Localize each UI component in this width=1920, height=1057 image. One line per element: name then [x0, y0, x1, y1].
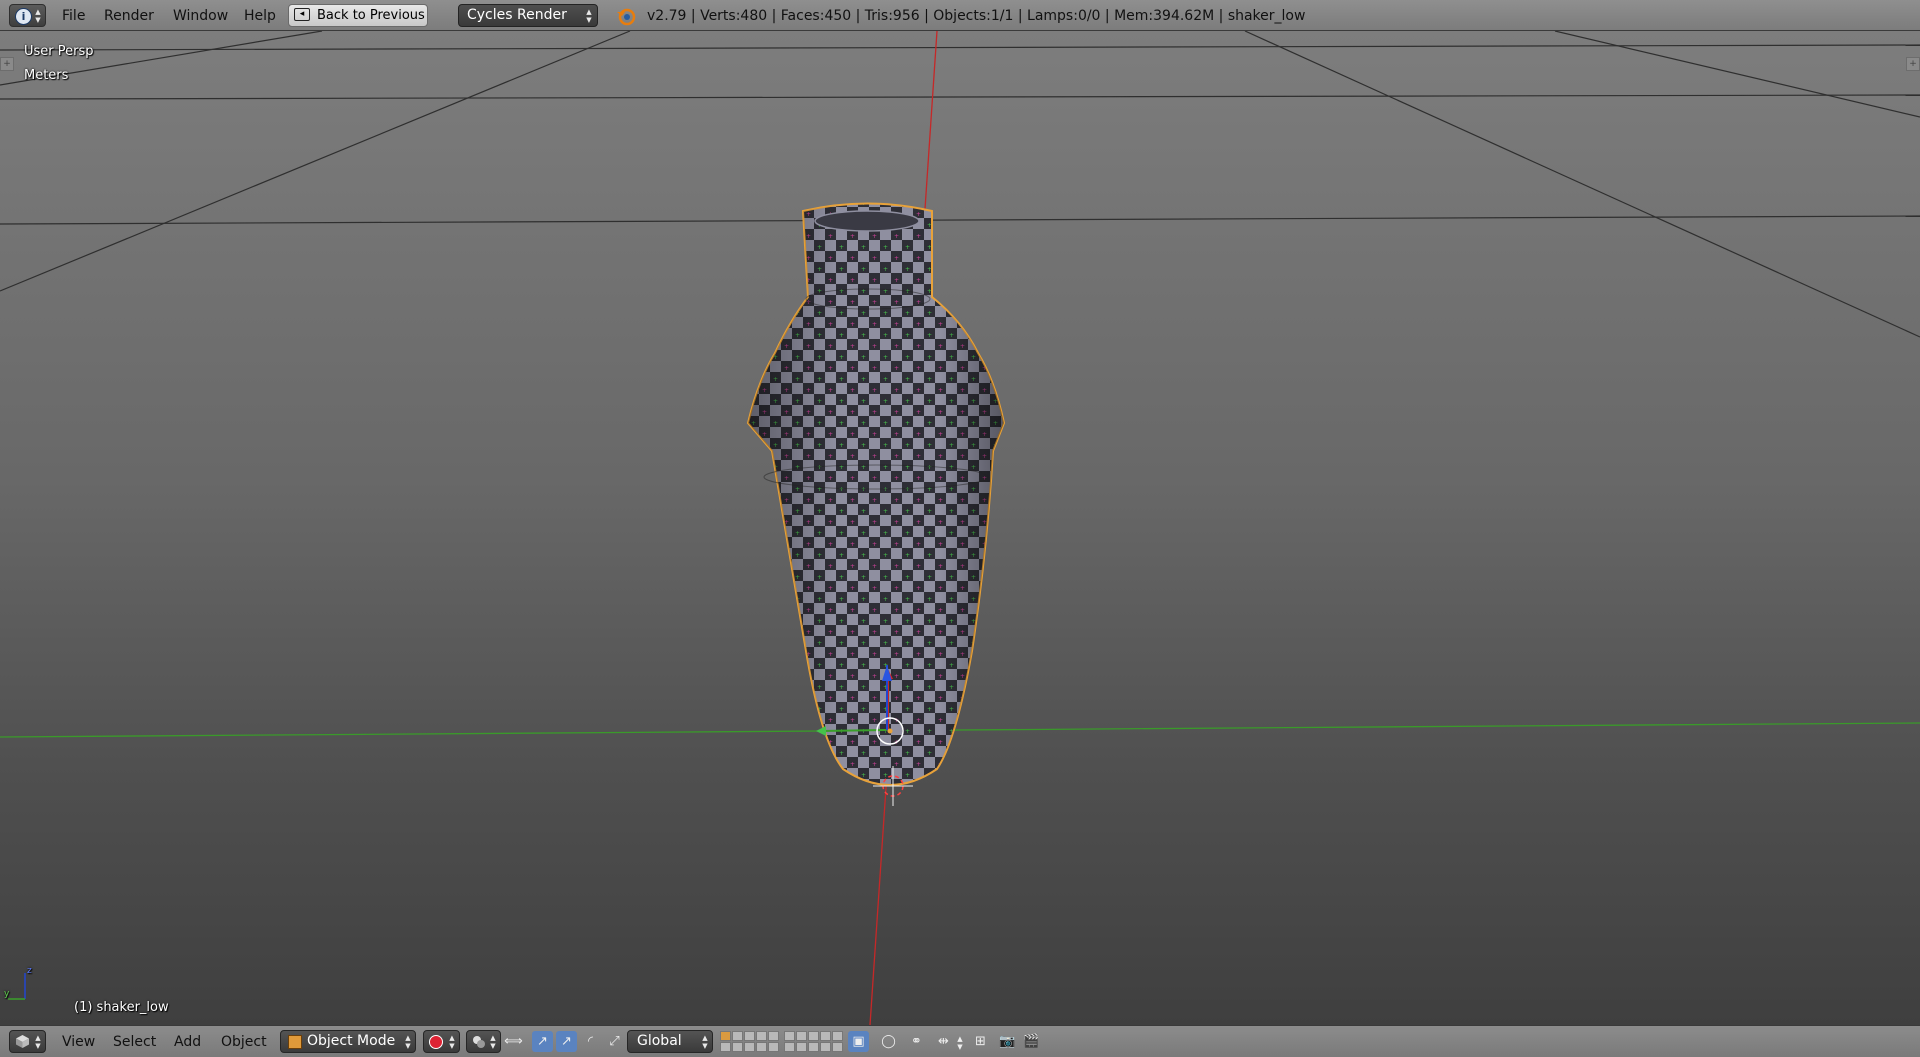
updown-arrows-icon: ▲ ▼: [35, 1034, 41, 1050]
render-engine-label: Cycles Render: [467, 7, 567, 23]
menu-select[interactable]: Select: [113, 1031, 156, 1053]
tool-shelf-toggle[interactable]: +: [0, 57, 14, 71]
interaction-mode-dropdown[interactable]: Object Mode ▲ ▼: [280, 1030, 416, 1053]
info-icon: i: [15, 8, 32, 25]
editor-type-button[interactable]: i ▲ ▼: [9, 4, 46, 27]
menu-view[interactable]: View: [62, 1031, 95, 1053]
3d-view-header: ▲ ▼ View Select Add Object Object Mode ▲ ▼…: [0, 1025, 1920, 1057]
dropdown-arrows-icon: ▲ ▼: [405, 1034, 411, 1050]
dropdown-arrows-icon: ▲ ▼: [702, 1034, 708, 1050]
scale-tool-icon[interactable]: ⤢: [604, 1031, 625, 1052]
snap-toggle-icon[interactable]: ⚭: [906, 1031, 927, 1052]
grid-lines: [0, 31, 1920, 338]
y-axis-line: [0, 722, 1920, 738]
pivot-icon: [473, 1036, 485, 1048]
dropdown-arrows-icon: ▲ ▼: [586, 8, 592, 24]
menu-file[interactable]: File: [60, 5, 87, 27]
rotate-tool-icon[interactable]: ◜: [580, 1031, 601, 1052]
axis-y-label: y: [4, 989, 10, 999]
view-editor-type-button[interactable]: ▲ ▼: [9, 1030, 46, 1053]
translate-manipulator-icon[interactable]: ↗: [532, 1031, 553, 1052]
info-header: i ▲ ▼ File Render Window Help ◂ Back to P…: [0, 0, 1920, 31]
active-object-label: (1) shaker_low: [74, 1000, 169, 1015]
menu-add[interactable]: Add: [174, 1031, 201, 1053]
blender-logo-icon: [617, 8, 636, 26]
scene-canvas[interactable]: + +: [0, 31, 1920, 1025]
scene-stats: v2.79 | Verts:480 | Faces:450 | Tris:956…: [647, 8, 1306, 24]
viewport-shading-dropdown[interactable]: ▲ ▼: [423, 1030, 460, 1053]
back-to-previous-label: Back to Previous: [317, 8, 425, 23]
move-tool-icon[interactable]: ↗: [556, 1031, 577, 1052]
proportional-edit-icon[interactable]: ◯: [878, 1031, 899, 1052]
updown-arrows-icon: ▲ ▼: [35, 8, 41, 24]
axis-widget: [8, 973, 26, 1000]
view-name-label: User Persp: [24, 44, 94, 59]
transform-orientation-dropdown[interactable]: Global ▲ ▼: [627, 1030, 713, 1053]
snap-element-arrows-icon: ▲ ▼: [957, 1035, 963, 1051]
3d-viewport[interactable]: + +: [0, 31, 1920, 1025]
shading-sphere-icon: [429, 1035, 443, 1049]
units-label: Meters: [24, 68, 69, 83]
dropdown-arrows-icon: ▲ ▼: [490, 1034, 496, 1050]
menu-help[interactable]: Help: [242, 5, 278, 27]
object-mode-icon: [288, 1035, 302, 1049]
layer-grid-2[interactable]: [784, 1031, 843, 1053]
render-animation-icon[interactable]: 🎬: [1021, 1031, 1042, 1052]
shaker-top-opening: [814, 210, 920, 232]
properties-panel-toggle[interactable]: +: [1906, 57, 1920, 71]
snap-target-icon[interactable]: ⊞: [970, 1031, 991, 1052]
menu-render[interactable]: Render: [102, 5, 156, 27]
lock-camera-icon[interactable]: ▣: [848, 1031, 869, 1052]
back-to-previous-button[interactable]: ◂ Back to Previous: [288, 4, 428, 27]
pivot-point-dropdown[interactable]: ▲ ▼: [466, 1030, 501, 1053]
transform-orientation-label: Global: [637, 1033, 682, 1049]
layer-grid-1[interactable]: [720, 1031, 779, 1053]
back-arrow-icon: ◂: [294, 8, 310, 21]
render-engine-dropdown[interactable]: Cycles Render ▲ ▼: [458, 4, 598, 27]
menu-object[interactable]: Object: [221, 1031, 267, 1053]
cube-icon: [16, 1035, 29, 1048]
dropdown-arrows-icon: ▲ ▼: [449, 1034, 455, 1050]
menu-window[interactable]: Window: [171, 5, 230, 27]
manipulator-toggle-icon[interactable]: ⟺: [503, 1031, 524, 1052]
axis-z-label: z: [27, 966, 32, 976]
render-still-icon[interactable]: 📷: [997, 1031, 1018, 1052]
snap-element-icon[interactable]: ⇹: [933, 1031, 954, 1052]
interaction-mode-label: Object Mode: [307, 1033, 396, 1049]
